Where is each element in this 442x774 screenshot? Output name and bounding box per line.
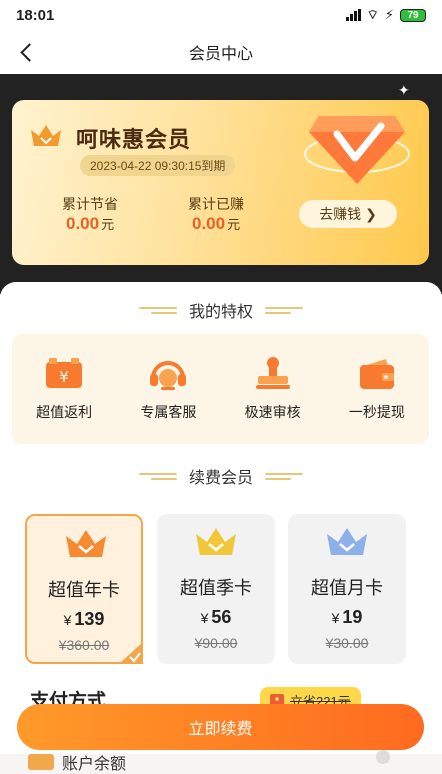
- price-value: 56: [211, 607, 232, 627]
- check-icon: [119, 642, 143, 664]
- content-sheet: 我的特权 ¥ 超值返利 专属客服 极速审核 一秒提现 续费会员 超值年卡 ¥ 1…: [0, 282, 442, 773]
- renew-now-button[interactable]: 立即续费: [17, 704, 424, 750]
- status-icons: ⌔ ⚡ 79: [345, 7, 426, 23]
- signal-icon: [345, 9, 361, 21]
- vip-name: 呵味惠会员: [76, 127, 192, 152]
- wallet-yen-icon: ¥: [46, 358, 83, 388]
- sparkle-icon: ✦: [398, 82, 410, 98]
- title-decoration-right: [265, 306, 303, 314]
- privileges-panel: ¥ 超值返利 专属客服 极速审核 一秒提现: [12, 334, 429, 444]
- title-decoration-right: [265, 472, 303, 480]
- renewal-title: 续费会员: [188, 470, 253, 487]
- price-value: 139: [74, 609, 105, 629]
- saved-unit: 元: [101, 217, 115, 232]
- crown-icon: [66, 530, 106, 557]
- currency-symbol: ¥: [331, 610, 340, 626]
- plan-card-quarterly[interactable]: 超值季卡 ¥56 ¥90.00: [157, 514, 275, 664]
- status-time: 18:01: [16, 6, 55, 24]
- saved-value: 0.00 元: [66, 214, 114, 234]
- privileges-title: 我的特权: [188, 304, 253, 321]
- plan-card-monthly[interactable]: 超值月卡 ¥19 ¥30.00: [288, 514, 406, 664]
- privilege-label: 一秒提现: [348, 404, 405, 420]
- earned-amount: 0.00: [192, 214, 226, 233]
- original-price: ¥90.00: [194, 635, 238, 651]
- expire-date: 2023-04-22 09:30:15到期: [80, 155, 236, 176]
- privilege-label: 超值返利: [36, 404, 93, 420]
- crown-icon: [327, 528, 367, 555]
- headset-icon: [150, 361, 187, 390]
- privilege-label: 极速审核: [244, 404, 301, 420]
- renewal-header: 续费会员: [0, 464, 442, 488]
- stamp-icon: [255, 357, 290, 389]
- plan-name: 超值年卡: [48, 580, 120, 600]
- plan-price: ¥139: [27, 609, 141, 630]
- original-price: ¥30.00: [325, 635, 369, 651]
- plan-list: 超值年卡 ¥139 ¥360.00 超值季卡 ¥56 ¥90.00 超值月卡 ¥…: [25, 514, 415, 666]
- crown-icon: [31, 125, 61, 146]
- privilege-rebate[interactable]: ¥ 超值返利: [19, 356, 109, 422]
- privilege-withdraw[interactable]: 一秒提现: [332, 356, 422, 422]
- crown-icon: [196, 528, 236, 555]
- price-value: 19: [342, 607, 363, 627]
- earned-value: 0.00 元: [192, 214, 240, 234]
- status-bar: 18:01 ⌔ ⚡ 79: [0, 0, 442, 30]
- currency-symbol: ¥: [63, 612, 72, 628]
- privilege-review[interactable]: 极速审核: [228, 356, 318, 422]
- privileges-header: 我的特权: [0, 298, 442, 322]
- vip-card: 呵味惠会员 2023-04-22 09:30:15到期 累计节省 0.00 元 累…: [12, 100, 429, 265]
- plan-card-annual[interactable]: 超值年卡 ¥139 ¥360.00: [25, 514, 143, 664]
- balance-icon: [28, 754, 54, 770]
- earned-label: 累计已赚: [188, 196, 244, 212]
- plan-price: ¥19: [288, 607, 406, 628]
- earn-money-button[interactable]: 去赚钱 ❯: [299, 200, 397, 228]
- privilege-label: 专属客服: [140, 404, 197, 420]
- balance-radio[interactable]: [376, 750, 390, 764]
- charging-icon: ⚡: [384, 7, 394, 22]
- back-icon[interactable]: [12, 38, 40, 66]
- wallet-icon: [359, 359, 394, 389]
- navigation-bar: 会员中心: [0, 30, 442, 74]
- diamond-v-icon: [304, 116, 410, 184]
- currency-symbol: ¥: [200, 610, 209, 626]
- privilege-support[interactable]: 专属客服: [123, 356, 213, 422]
- svg-text:¥: ¥: [59, 368, 69, 386]
- page-title: 会员中心: [188, 46, 253, 63]
- battery-indicator: 79: [400, 8, 426, 22]
- saved-label: 累计节省: [62, 196, 118, 212]
- title-decoration-left: [138, 306, 177, 314]
- plan-name: 超值月卡: [311, 578, 383, 598]
- title-decoration-left: [138, 472, 177, 480]
- wifi-icon: ⌔: [366, 7, 379, 22]
- plan-name: 超值季卡: [180, 578, 252, 598]
- earned-unit: 元: [227, 217, 241, 232]
- plan-price: ¥56: [157, 607, 275, 628]
- saved-amount: 0.00: [66, 214, 100, 233]
